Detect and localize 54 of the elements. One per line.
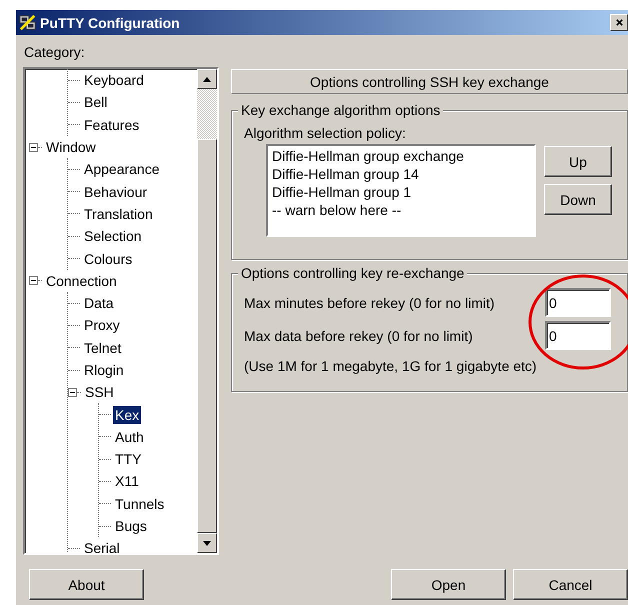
input-field[interactable]: 0 <box>545 321 611 350</box>
collapse-icon[interactable] <box>29 142 38 152</box>
algorithm-list[interactable]: Diffie-Hellman group exchange Diffie-Hellman group 14 Diffie-Hellman group 1 -- warn below here -- <box>266 144 536 237</box>
tree-item[interactable]: Proxy <box>82 316 122 334</box>
close-button[interactable] <box>610 14 628 31</box>
tree-item[interactable]: Data <box>82 294 116 312</box>
list-item[interactable]: Diffie-Hellman group exchange <box>272 147 530 165</box>
about-button[interactable]: About <box>29 569 144 600</box>
tree-item[interactable]: Selection <box>82 227 144 246</box>
collapse-icon[interactable] <box>68 388 77 397</box>
group-title: Key exchange algorithm options <box>238 102 444 118</box>
close-icon <box>614 18 624 27</box>
tree-item[interactable]: Tunnels <box>113 494 166 513</box>
tree-item[interactable]: Translation <box>82 204 155 223</box>
tree-item[interactable]: Kex <box>113 406 142 424</box>
window-title: PuTTY Configuration <box>40 14 181 30</box>
section-header: Options controlling SSH key exchange <box>231 69 628 94</box>
list-item[interactable]: -- warn below here -- <box>272 201 530 219</box>
tree-item[interactable]: Bugs <box>113 517 149 536</box>
move-button[interactable]: Down <box>544 184 612 215</box>
hint-text: (Use 1M for 1 megabyte, 1G for 1 gigabyte etc) <box>244 358 538 374</box>
move-button[interactable]: Up <box>544 146 612 177</box>
tree-item[interactable]: Auth <box>113 428 146 446</box>
up-arrow-icon <box>203 76 211 82</box>
list-item[interactable]: Diffie-Hellman group 14 <box>272 165 530 183</box>
tree-item[interactable]: Colours <box>82 250 134 268</box>
cancel-button[interactable]: Cancel <box>513 569 628 600</box>
tree-item[interactable]: Telnet <box>82 338 124 357</box>
collapse-icon[interactable] <box>29 276 38 286</box>
computers-icon <box>19 14 37 32</box>
list-item[interactable]: Diffie-Hellman group 1 <box>272 183 530 201</box>
scroll-thumb[interactable] <box>197 139 217 533</box>
tree-item[interactable]: SSH <box>83 383 116 402</box>
tree-item[interactable]: X11 <box>113 472 141 490</box>
scrollbar[interactable] <box>197 69 217 553</box>
scroll-down-button[interactable] <box>197 533 217 553</box>
tree-item[interactable]: Connection <box>44 272 119 290</box>
category-label: Category: <box>24 44 86 61</box>
field-label: Max minutes before rekey (0 for no limit) <box>244 294 496 310</box>
down-arrow-icon <box>203 540 211 546</box>
tree-item[interactable]: Window <box>44 138 98 156</box>
tree-item[interactable]: Rlogin <box>82 361 126 379</box>
open-button[interactable]: Open <box>391 569 506 600</box>
group-title: Options controlling key re-exchange <box>238 265 468 281</box>
tree-item[interactable]: TTY <box>113 450 144 468</box>
field-label: Max data before rekey (0 for no limit) <box>244 328 474 344</box>
list-label: Algorithm selection policy: <box>244 125 407 141</box>
tree-item[interactable]: Bell <box>82 93 110 112</box>
input-field[interactable]: 0 <box>545 288 611 317</box>
tree-item[interactable]: Appearance <box>82 160 162 178</box>
tree-item[interactable]: Behaviour <box>82 182 150 201</box>
tree-item[interactable]: Keyboard <box>82 71 146 90</box>
tree-item[interactable]: Features <box>82 116 142 134</box>
scroll-up-button[interactable] <box>197 69 217 89</box>
